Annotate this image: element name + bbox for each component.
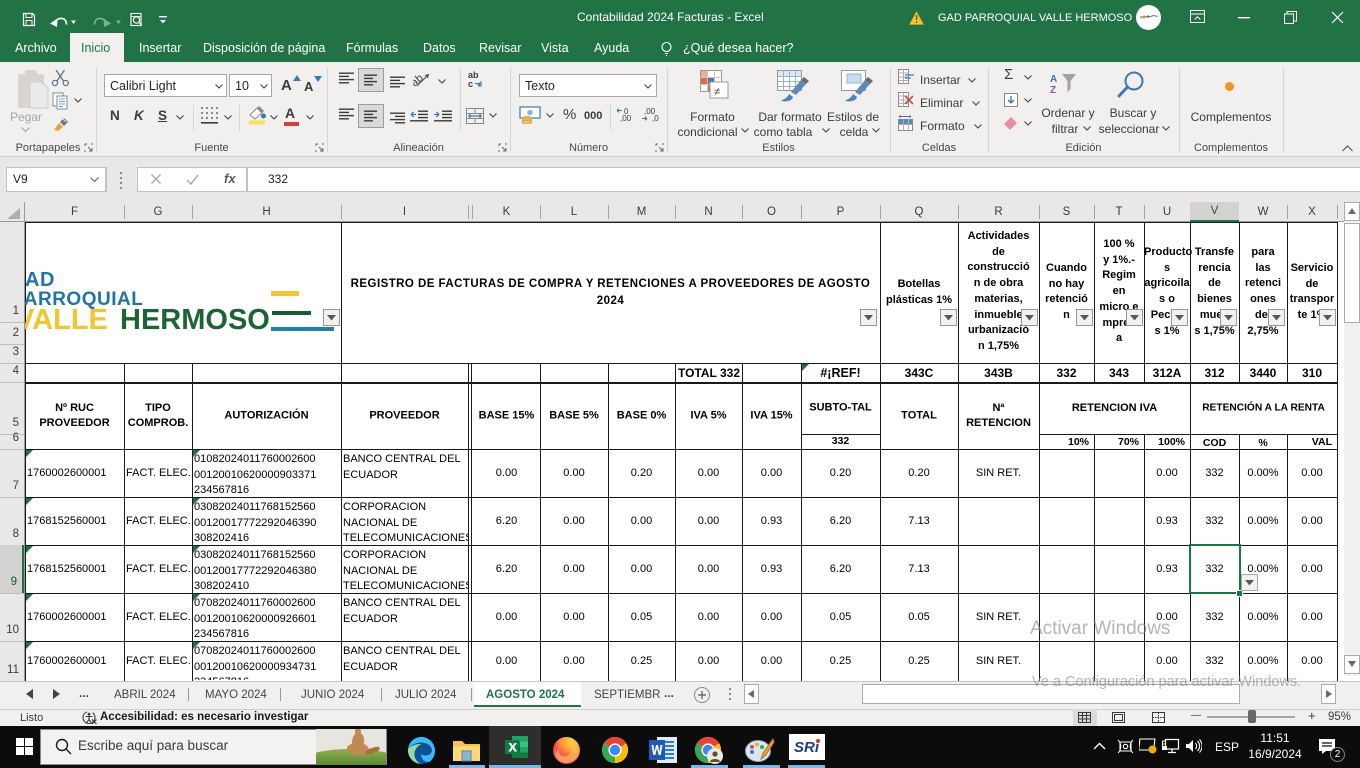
svg-text:ab: ab xyxy=(413,72,426,89)
svg-text:A: A xyxy=(1050,74,1057,85)
svg-text:,0: ,0 xyxy=(652,114,659,122)
svg-text:c: c xyxy=(468,79,473,88)
svg-text:,00: ,00 xyxy=(620,114,632,122)
svg-text:≠: ≠ xyxy=(714,86,720,98)
svg-text:Z: Z xyxy=(1050,85,1056,96)
